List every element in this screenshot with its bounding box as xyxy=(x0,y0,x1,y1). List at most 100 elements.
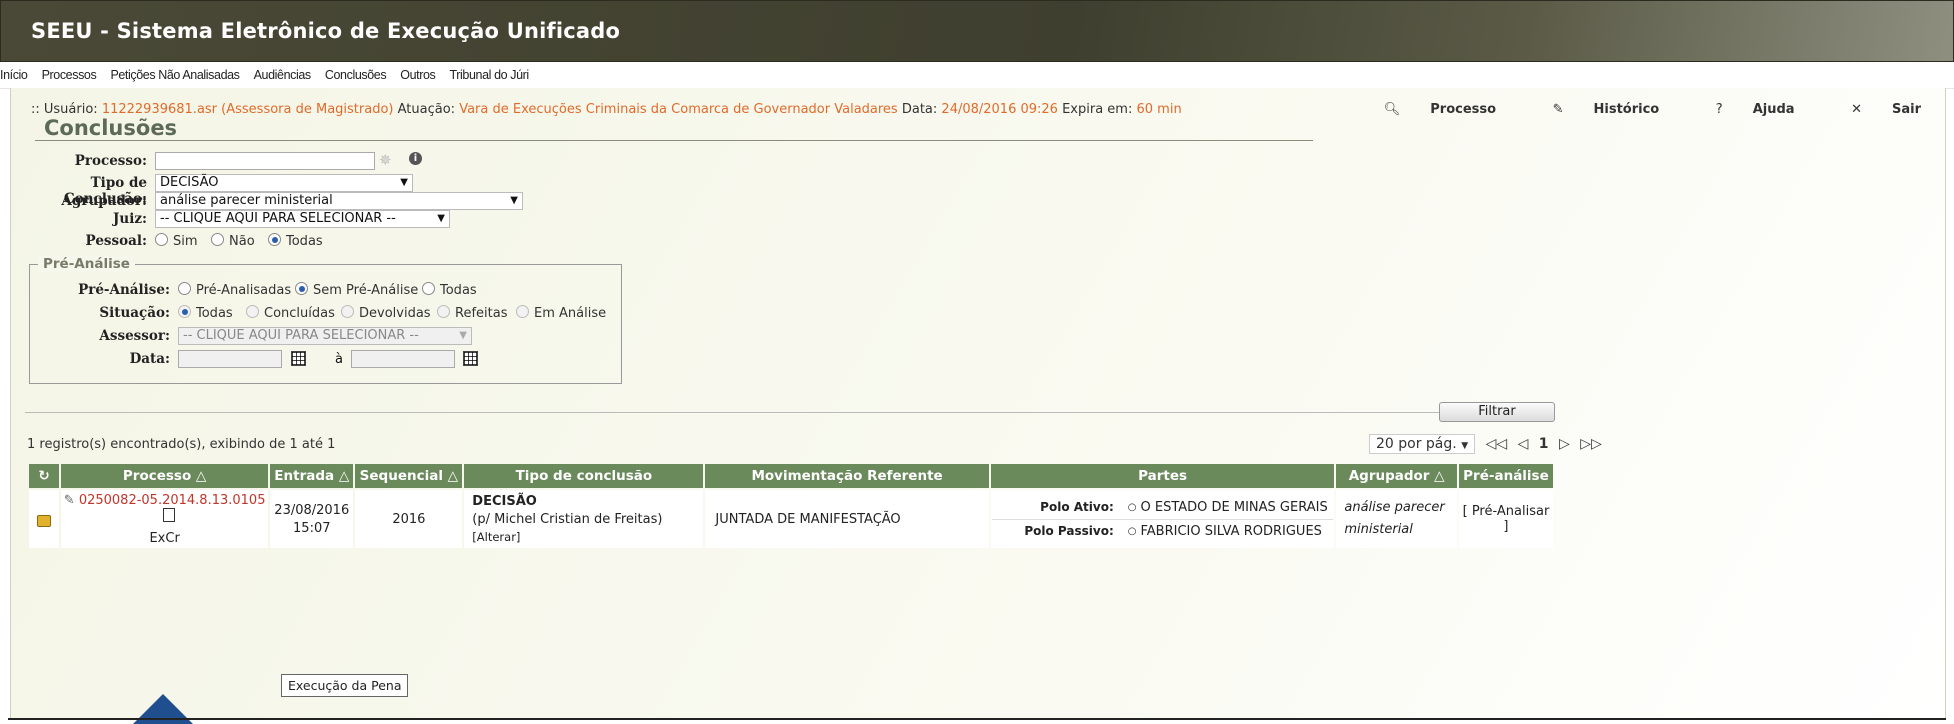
search-icon: 🔍︎ xyxy=(1383,102,1401,117)
pessoal-nao[interactable]: Não xyxy=(211,233,255,249)
radio-icon xyxy=(155,233,168,246)
date-value: 24/08/2016 09:26 xyxy=(941,102,1058,117)
pre-analisadas-label: Pré-Analisadas xyxy=(196,283,292,298)
current-page: 1 xyxy=(1538,436,1549,452)
last-page-icon[interactable]: ▷▷ xyxy=(1580,436,1602,452)
ajuda-link[interactable]: ? Ajuda xyxy=(1690,102,1795,117)
polo-passivo-value: FABRICIO SILVA RODRIGUES xyxy=(1140,523,1322,539)
polo-ativo-label: Polo Ativo: xyxy=(1040,500,1114,514)
header-agrupador[interactable]: Agrupador △ xyxy=(1336,464,1457,488)
entrada-time: 15:07 xyxy=(293,520,331,536)
pessoal-todas[interactable]: Todas xyxy=(268,233,323,249)
info-icon[interactable]: i xyxy=(409,152,422,165)
chevron-down-icon: ▼ xyxy=(510,195,518,206)
results-table: ↻ Processo △ Entrada △ Sequencial △ Tipo… xyxy=(27,462,1555,550)
agrupador-select[interactable]: análise parecer ministerial ▼ xyxy=(155,192,523,210)
header-tipo: Tipo de conclusão xyxy=(464,464,704,488)
radio-icon xyxy=(437,305,450,318)
juiz-select-value: -- CLIQUE AQUI PARA SELECIONAR -- xyxy=(160,211,396,226)
bullet-icon: ○ xyxy=(1127,501,1137,513)
juiz-select[interactable]: -- CLIQUE AQUI PARA SELECIONAR -- ▼ xyxy=(155,210,450,228)
radio-icon xyxy=(178,282,191,295)
results-count: 1 registro(s) encontrado(s), exibindo de… xyxy=(27,437,336,452)
situacao-refeitas[interactable]: Refeitas xyxy=(437,305,507,321)
pessoal-sim[interactable]: Sim xyxy=(155,233,198,249)
next-page-icon[interactable]: ▷ xyxy=(1559,436,1570,452)
entrada-date: 23/08/2016 xyxy=(274,502,350,518)
data-fim-input[interactable] xyxy=(351,350,455,368)
historico-link[interactable]: ✎ Histórico xyxy=(1527,102,1660,117)
movimentacao-cell: JUNTADA DE MANIFESTAÇÃO xyxy=(705,490,989,548)
pessoal-todas-label: Todas xyxy=(286,234,323,249)
data-label: Data: xyxy=(129,351,170,367)
situacao-em-analise[interactable]: Em Análise xyxy=(516,305,606,321)
radio-icon xyxy=(246,305,259,318)
menu-item-tribunal[interactable]: Tribunal do Júri xyxy=(450,68,530,82)
data-separator: à xyxy=(335,352,343,367)
content-area: :: Usuário: 11222939681.asr (Assessora d… xyxy=(10,88,1946,724)
edit-icon[interactable]: ✎ xyxy=(64,493,75,508)
calendar-icon[interactable] xyxy=(291,351,306,366)
menu-item-processos[interactable]: Processos xyxy=(42,68,97,82)
assessor-select[interactable]: -- CLIQUE AQUI PARA SELECIONAR -- ▼ xyxy=(178,327,472,345)
processo-link[interactable]: 🔍︎ Processo xyxy=(1358,102,1496,117)
radio-icon xyxy=(516,305,529,318)
first-page-icon[interactable]: ◁◁ xyxy=(1486,436,1508,452)
situacao-devolvidas-label: Devolvidas xyxy=(359,306,431,321)
situacao-todas[interactable]: Todas xyxy=(178,305,233,321)
situacao-devolvidas[interactable]: Devolvidas xyxy=(341,305,431,321)
tipo-select[interactable]: DECISÃO ▼ xyxy=(155,174,413,192)
pre-todas-option[interactable]: Todas xyxy=(422,282,477,298)
page-title: Conclusões xyxy=(44,116,178,140)
processo-input[interactable] xyxy=(155,152,375,170)
menu-item-conclusoes[interactable]: Conclusões xyxy=(325,68,387,82)
loading-spinner-icon: ✵ xyxy=(379,151,392,169)
menu-item-audiencias[interactable]: Audiências xyxy=(254,68,312,82)
processo-link[interactable]: 0250082-05.2014.8.13.0105 xyxy=(79,493,266,508)
header-processo[interactable]: Processo △ xyxy=(61,464,269,488)
top-links: 🔍︎ Processo ✎ Histórico ? Ajuda ✕ Sair xyxy=(1332,102,1921,117)
data-inicio-input[interactable] xyxy=(178,350,282,368)
prev-page-icon[interactable]: ◁ xyxy=(1518,436,1529,452)
close-icon: ✕ xyxy=(1851,102,1862,117)
header-entrada[interactable]: Entrada △ xyxy=(270,464,354,488)
situacao-todas-label: Todas xyxy=(196,306,233,321)
radio-selected-icon xyxy=(268,233,281,246)
entrada-cell: 23/08/2016 15:07 xyxy=(270,490,354,548)
agrupador-cell: análise parecer ministerial xyxy=(1336,490,1457,548)
title-bar: SEEU - Sistema Eletrônico de Execução Un… xyxy=(0,0,1954,62)
pre-analisar-link[interactable]: [ Pré-Analisar ] xyxy=(1463,504,1550,534)
refresh-icon: ↻ xyxy=(38,468,50,484)
calendar-icon[interactable] xyxy=(463,351,478,366)
header-movimentacao: Movimentação Referente xyxy=(705,464,989,488)
tipo-cell: DECISÃO (p/ Michel Cristian de Freitas) … xyxy=(464,490,704,548)
situacao-concluidas[interactable]: Concluídas xyxy=(246,305,335,321)
question-icon: ? xyxy=(1715,102,1723,117)
menu-item-peticoes[interactable]: Petições Não Analisadas xyxy=(110,68,239,82)
expires-value: 60 min xyxy=(1136,102,1182,117)
header-sequencial[interactable]: Sequencial △ xyxy=(355,464,463,488)
per-page-value: 20 por pág. xyxy=(1376,436,1457,452)
pre-analise-fieldset: Pré-Análise Pré-Análise: Pré-Analisadas … xyxy=(29,256,622,384)
session-info: :: Usuário: 11222939681.asr (Assessora d… xyxy=(31,102,1182,117)
user-label: :: Usuário: xyxy=(31,102,98,117)
polo-passivo-label: Polo Passivo: xyxy=(1024,524,1114,538)
chevron-down-icon: ▼ xyxy=(437,213,445,224)
person-icon[interactable] xyxy=(162,507,175,522)
sem-pre-analise-option[interactable]: Sem Pré-Análise xyxy=(295,282,418,298)
polo-ativo-value: O ESTADO DE MINAS GERAIS xyxy=(1140,499,1328,515)
situacao-label: Situação: xyxy=(99,305,170,321)
pre-analise-label: Pré-Análise: xyxy=(78,282,170,298)
pessoal-label: Pessoal: xyxy=(85,233,147,249)
alterar-link[interactable]: [Alterar] xyxy=(472,530,702,544)
menu-item-outros[interactable]: Outros xyxy=(400,68,436,82)
chevron-down-icon: ▼ xyxy=(459,330,467,341)
per-page-select[interactable]: 20 por pág. ▼ xyxy=(1369,434,1476,454)
radio-selected-icon xyxy=(178,305,191,318)
filtrar-button[interactable]: Filtrar xyxy=(1439,402,1555,422)
pre-analisadas-option[interactable]: Pré-Analisadas xyxy=(178,282,291,298)
menu-item-inicio[interactable]: Início xyxy=(0,68,28,82)
sair-link[interactable]: ✕ Sair xyxy=(1825,102,1921,117)
title-divider xyxy=(35,140,1313,141)
refresh-header[interactable]: ↻ xyxy=(29,464,60,488)
